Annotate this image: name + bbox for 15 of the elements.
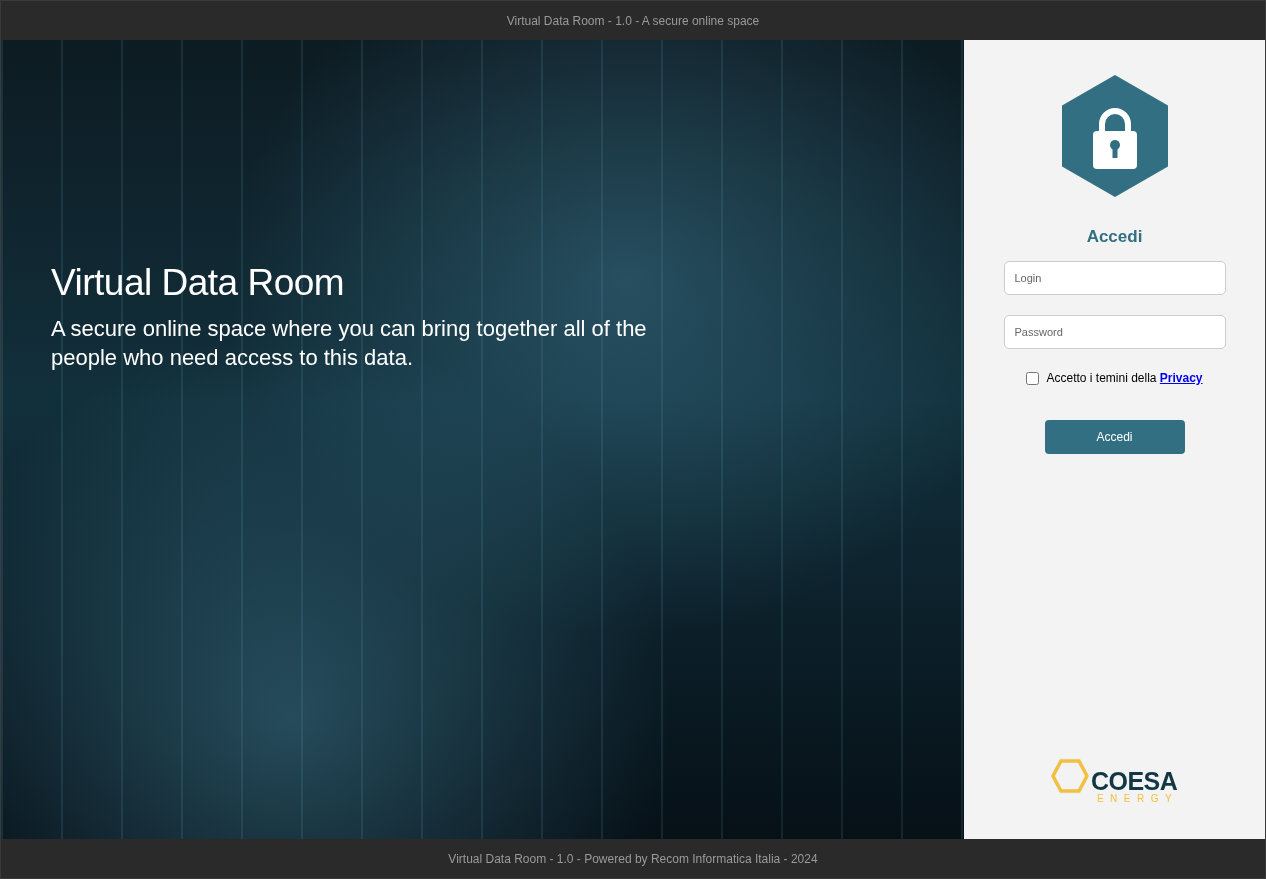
- window-title: Virtual Data Room - 1.0 - A secure online space: [505, 12, 761, 30]
- hexagon-icon: [1050, 759, 1089, 793]
- privacy-link[interactable]: Privacy: [1159, 371, 1203, 385]
- logo-name: COESA: [1090, 769, 1179, 793]
- password-field[interactable]: Password: [1003, 315, 1226, 349]
- login-field[interactable]: Login: [1003, 261, 1226, 295]
- hero-subtitle: A secure online space where you can bring together all of the people who need access to this data.: [51, 315, 648, 372]
- padlock-icon: [1061, 75, 1168, 197]
- login-button[interactable]: Accedi: [1044, 420, 1185, 454]
- logo-tagline: ENERGY: [1096, 793, 1179, 805]
- login-heading: Accedi: [1086, 227, 1143, 247]
- privacy-checkbox[interactable]: [1026, 371, 1040, 385]
- footer-text: Virtual Data Room - 1.0 - Powered by Recom Informatica Italia - 2024: [447, 850, 819, 868]
- hero-title: Virtual Data Room: [51, 262, 345, 304]
- privacy-label: Accetto i temini della Privacy: [1046, 371, 1203, 385]
